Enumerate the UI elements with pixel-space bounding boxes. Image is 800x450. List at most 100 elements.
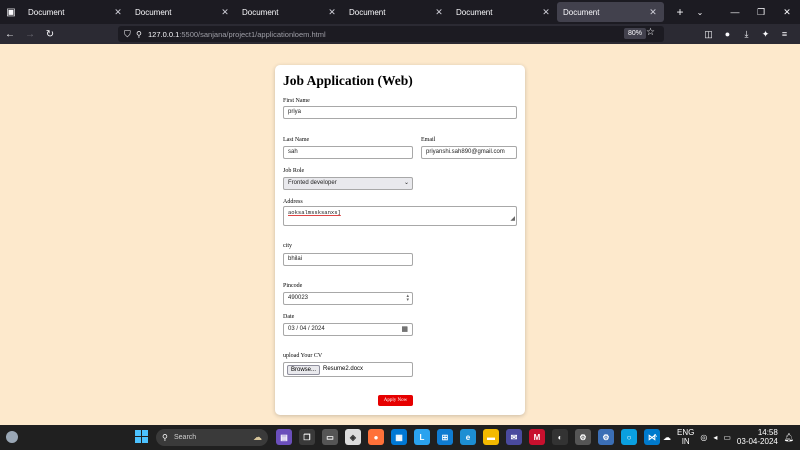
first-name-input[interactable]: priya <box>283 106 517 119</box>
address-textarea[interactable]: aoksalmssksanxs] ◢ <box>283 206 517 226</box>
job-role-label: Job Role <box>283 168 305 174</box>
extensions-icon[interactable]: ✦ <box>756 29 775 40</box>
chevron-up-icon[interactable]: ^ <box>653 433 657 442</box>
system-tray: ^ ☁ ENG IN ◎ ◂ ▭ 14:58 03-04-2024 🔔︎ <box>647 425 794 450</box>
url-text[interactable]: 127.0.0.1:5500/sanjana/project1/applicat… <box>148 30 326 39</box>
close-tab-icon[interactable]: ✕ <box>327 7 337 18</box>
page-info-icon[interactable]: ⚲ <box>136 30 148 39</box>
taskbar-search[interactable]: ⚲ Search ☁ <box>156 429 268 446</box>
date-value: 03 / 04 / 2024 <box>288 326 325 332</box>
tab-document-5[interactable]: Document ✕ <box>450 2 557 22</box>
date-input[interactable]: 03 / 04 / 2024 ▦ <box>283 323 413 336</box>
search-highlight-icon: ☁ <box>253 432 262 442</box>
volume-icon[interactable]: ◂ <box>713 433 717 442</box>
new-tab-icon[interactable]: + <box>670 5 690 19</box>
close-tab-icon[interactable]: ✕ <box>648 7 658 18</box>
wifi-icon[interactable]: ◎ <box>700 433 707 442</box>
task-view-icon[interactable]: ❐ <box>299 429 315 445</box>
tab-bar: ▣ Document ✕ Document ✕ Document ✕ Docum… <box>0 0 800 24</box>
tab-document-3[interactable]: Document ✕ <box>236 2 343 22</box>
clock[interactable]: 14:58 03-04-2024 <box>737 428 778 447</box>
nav-bar: ← → ↻ ⛉ ⚲ 127.0.0.1:5500/sanjana/project… <box>0 24 800 44</box>
list-all-tabs-icon[interactable]: ⌄ <box>690 8 710 17</box>
first-name-label: First Name <box>283 98 310 104</box>
github-icon[interactable]: ◐ <box>552 429 568 445</box>
reload-icon[interactable]: ↻ <box>40 29 60 40</box>
application-form-card: Job Application (Web) First Name priya L… <box>275 65 525 415</box>
resize-handle-icon[interactable]: ◢ <box>510 214 515 225</box>
email-input[interactable]: priyanshi.sah890@gmail.com <box>421 146 517 159</box>
email-label: Email <box>421 137 436 143</box>
toolbar-right: ◫ ● ⤓ ✦ ≡ <box>699 24 794 44</box>
page-title: Job Application (Web) <box>283 73 413 88</box>
edge-icon[interactable]: e <box>460 429 476 445</box>
job-role-select[interactable]: Fronted developer ⌄ <box>283 177 413 190</box>
pincode-label: Pincode <box>283 283 303 289</box>
store-icon[interactable]: ⊞ <box>437 429 453 445</box>
start-button[interactable] <box>135 430 148 443</box>
close-tab-icon[interactable]: ✕ <box>541 7 551 18</box>
weather-icon[interactable] <box>6 431 18 443</box>
file-explorer-alt-icon[interactable]: ▭ <box>322 429 338 445</box>
pincode-input[interactable]: 490023 ▴ ▾ <box>283 292 413 305</box>
firefox-view-icon[interactable]: ▣ <box>0 0 22 24</box>
calendar-icon[interactable]: ▦ <box>401 324 408 335</box>
search-placeholder: Search <box>174 434 197 441</box>
tab-title: Document <box>28 7 65 17</box>
last-name-label: Last Name <box>283 137 310 143</box>
tab-title: Document <box>349 7 386 17</box>
firefox-icon[interactable]: ● <box>368 429 384 445</box>
chevron-down-icon: ⌄ <box>403 180 409 186</box>
number-spinner-icon[interactable]: ▴ ▾ <box>406 294 409 303</box>
forward-icon[interactable]: → <box>20 29 40 40</box>
menu-icon[interactable]: ≡ <box>775 29 794 39</box>
tools-icon[interactable]: ⚙ <box>598 429 614 445</box>
tab-title: Document <box>242 7 279 17</box>
taskbar: ⚲ Search ☁ ▤ ❐ ▭ ◈ ● ▦ L ⊞ e ▬ ✉ M ◐ ⚙ ⚙… <box>0 425 800 450</box>
close-tab-icon[interactable]: ✕ <box>113 7 123 18</box>
lens-app-icon[interactable]: L <box>414 429 430 445</box>
url-bar[interactable]: ⛉ ⚲ 127.0.0.1:5500/sanjana/project1/appl… <box>118 26 664 42</box>
zoom-level-badge[interactable]: 80% <box>624 28 647 39</box>
tab-title: Document <box>456 7 493 17</box>
language-indicator[interactable]: ENG IN <box>677 428 694 447</box>
apply-now-button[interactable]: Apply Now <box>378 395 413 406</box>
cv-upload-label: upload Your CV <box>283 353 323 359</box>
tab-document-4[interactable]: Document ✕ <box>343 2 450 22</box>
tab-document-1[interactable]: Document ✕ <box>22 2 129 22</box>
city-input[interactable]: bhilai <box>283 253 413 266</box>
battery-icon[interactable]: ▭ <box>723 433 731 442</box>
tab-document-2[interactable]: Document ✕ <box>129 2 236 22</box>
last-name-input[interactable]: sah <box>283 146 413 159</box>
mcafee-icon[interactable]: M <box>529 429 545 445</box>
close-window-icon[interactable]: ✕ <box>774 7 800 18</box>
address-label: Address <box>283 199 303 205</box>
settings-app-icon[interactable]: ◈ <box>345 429 361 445</box>
pinned-apps: ▤ ❐ ▭ ◈ ● ▦ L ⊞ e ▬ ✉ M ◐ ⚙ ⚙ ○ ⋈ <box>276 429 667 445</box>
close-tab-icon[interactable]: ✕ <box>434 7 444 18</box>
back-icon[interactable]: ← <box>0 29 20 40</box>
folder-icon[interactable]: ▬ <box>483 429 499 445</box>
browse-button[interactable]: Browse... <box>287 364 321 375</box>
address-value: aoksalmssksanxs] <box>288 209 341 216</box>
shield-icon[interactable]: ⛉ <box>124 29 136 40</box>
downloads-icon[interactable]: ⤓ <box>737 29 756 40</box>
mail-icon[interactable]: ✉ <box>506 429 522 445</box>
restore-icon[interactable]: ❐ <box>748 7 774 18</box>
pocket-icon[interactable]: ◫ <box>699 29 718 40</box>
tab-title: Document <box>135 7 172 17</box>
widgets-icon[interactable]: ▤ <box>276 429 292 445</box>
window-controls: — ❐ ✕ <box>722 7 800 18</box>
bookmark-star-icon[interactable]: ☆ <box>646 27 655 38</box>
cortana-icon[interactable]: ○ <box>621 429 637 445</box>
account-icon[interactable]: ● <box>718 29 737 39</box>
close-tab-icon[interactable]: ✕ <box>220 7 230 18</box>
gear-icon[interactable]: ⚙ <box>575 429 591 445</box>
notifications-bell-icon[interactable]: 🔔︎ <box>784 433 794 442</box>
date-label: Date <box>283 314 295 320</box>
notepad-icon[interactable]: ▦ <box>391 429 407 445</box>
tab-document-6-active[interactable]: Document ✕ <box>557 2 664 22</box>
minimize-icon[interactable]: — <box>722 7 748 18</box>
cloud-icon[interactable]: ☁ <box>663 433 671 442</box>
cv-file-input[interactable]: Browse... Resume2.docx <box>283 362 413 377</box>
